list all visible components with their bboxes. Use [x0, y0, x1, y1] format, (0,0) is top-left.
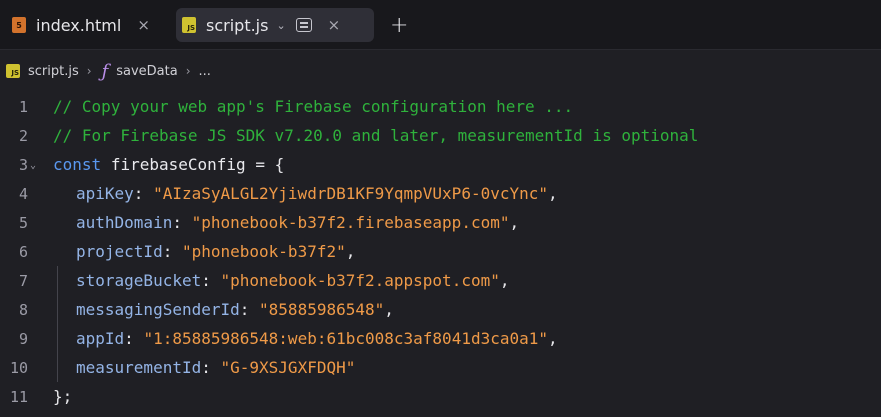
code-text: measurementId: "G-9XSJGXFDQH" — [76, 358, 356, 377]
code-string: "AIzaSyALGL2YjiwdrDB1KF9YqmpVUxP6-0vcYnc… — [153, 184, 549, 203]
code-string: "G-9XSJGXFDQH" — [220, 358, 356, 377]
code-text: messagingSenderId: "85885986548", — [76, 300, 394, 319]
code-line: 10 measurementId: "G-9XSJGXFDQH" — [0, 353, 881, 382]
code-line: 11 }; — [0, 382, 881, 411]
code-string: "85885986548" — [259, 300, 385, 319]
editor-tab-bar: 5 index.html × JS script.js ⌄ × + — [0, 0, 881, 50]
code-line: 1 // Copy your web app's Firebase config… — [0, 92, 881, 121]
code-punct: , — [548, 329, 558, 348]
fold-chevron-icon[interactable]: ⌄ — [30, 160, 36, 171]
close-icon[interactable]: × — [328, 16, 341, 34]
chevron-down-icon[interactable]: ⌄ — [276, 19, 285, 32]
js-file-icon: JS — [6, 64, 20, 78]
code-string: "phonebook-b37f2.appspot.com" — [220, 271, 500, 290]
code-text: appId: "1:85885986548:web:61bc008c3af804… — [76, 329, 558, 348]
code-property: apiKey — [76, 184, 134, 203]
code-line: 3 ⌄ const firebaseConfig = { — [0, 150, 881, 179]
chevron-right-icon: › — [86, 64, 92, 78]
tab-script-js[interactable]: JS script.js ⌄ × — [176, 8, 374, 42]
code-text: projectId: "phonebook-b37f2", — [76, 242, 356, 261]
code-line: 7 storageBucket: "phonebook-b37f2.appspo… — [0, 266, 881, 295]
code-property: appId — [76, 329, 125, 348]
close-icon[interactable]: × — [137, 16, 150, 34]
code-punct: , — [345, 242, 356, 261]
line-number: 9 — [18, 329, 28, 348]
code-line: 6 projectId: "phonebook-b37f2", — [0, 237, 881, 266]
code-editor[interactable]: 1 // Copy your web app's Firebase config… — [0, 92, 881, 417]
html-file-icon: 5 — [12, 17, 26, 33]
code-line: 8 messagingSenderId: "85885986548", — [0, 295, 881, 324]
code-property: measurementId — [76, 358, 202, 377]
code-property: authDomain — [76, 213, 173, 232]
code-comment: // Copy your web app's Firebase configur… — [53, 97, 574, 116]
tab-label: index.html — [36, 15, 122, 35]
code-punct: , — [384, 300, 394, 319]
line-number: 1 — [18, 97, 28, 116]
tab-index-html[interactable]: 5 index.html × — [4, 8, 170, 42]
line-number: 11 — [9, 387, 28, 406]
js-file-icon: JS — [182, 17, 196, 33]
code-text: storageBucket: "phonebook-b37f2.appspot.… — [76, 271, 510, 290]
code-identifier: firebaseConfig — [110, 155, 246, 174]
code-property: projectId — [76, 242, 163, 261]
code-string: "1:85885986548:web:61bc008c3af8041d3ca0a… — [143, 329, 549, 348]
breadcrumb-more[interactable]: ... — [199, 64, 211, 79]
line-number: 7 — [18, 271, 28, 290]
code-string: "phonebook-b37f2" — [181, 242, 346, 261]
line-number: 4 — [18, 184, 28, 203]
code-text: const firebaseConfig = { — [53, 155, 284, 174]
code-closing: }; — [53, 387, 73, 406]
line-number: 3 — [18, 155, 28, 174]
split-editor-icon[interactable] — [295, 18, 312, 32]
function-icon: ƒ — [101, 60, 109, 82]
code-line: 4 apiKey: "AIzaSyALGL2YjiwdrDB1KF9YqmpVU… — [0, 179, 881, 208]
line-number: 6 — [18, 242, 28, 261]
code-property: storageBucket — [76, 271, 202, 290]
line-number: 5 — [18, 213, 28, 232]
code-text: apiKey: "AIzaSyALGL2YjiwdrDB1KF9YqmpVUxP… — [76, 184, 558, 203]
new-tab-button[interactable]: + — [390, 8, 408, 42]
breadcrumb-symbol[interactable]: saveData — [116, 64, 177, 79]
line-number: 2 — [18, 126, 28, 145]
code-line: 9 appId: "1:85885986548:web:61bc008c3af8… — [0, 324, 881, 353]
code-operator: = { — [255, 155, 285, 174]
code-punct: , — [509, 213, 520, 232]
code-punct: , — [548, 184, 558, 203]
code-punct: , — [499, 271, 510, 290]
chevron-right-icon: › — [185, 64, 191, 78]
code-keyword: const — [53, 155, 102, 174]
breadcrumb: JS script.js › ƒ saveData › ... — [0, 50, 881, 92]
line-number: 10 — [9, 358, 28, 377]
code-line: 5 authDomain: "phonebook-b37f2.firebasea… — [0, 208, 881, 237]
code-comment: // For Firebase JS SDK v7.20.0 and later… — [53, 126, 699, 145]
code-text: authDomain: "phonebook-b37f2.firebaseapp… — [76, 213, 520, 232]
breadcrumb-file[interactable]: script.js — [28, 64, 79, 79]
tab-label: script.js — [206, 15, 269, 35]
line-number: 8 — [18, 300, 28, 319]
code-string: "phonebook-b37f2.firebaseapp.com" — [191, 213, 510, 232]
code-line: 2 // For Firebase JS SDK v7.20.0 and lat… — [0, 121, 881, 150]
code-property: messagingSenderId — [76, 300, 240, 319]
